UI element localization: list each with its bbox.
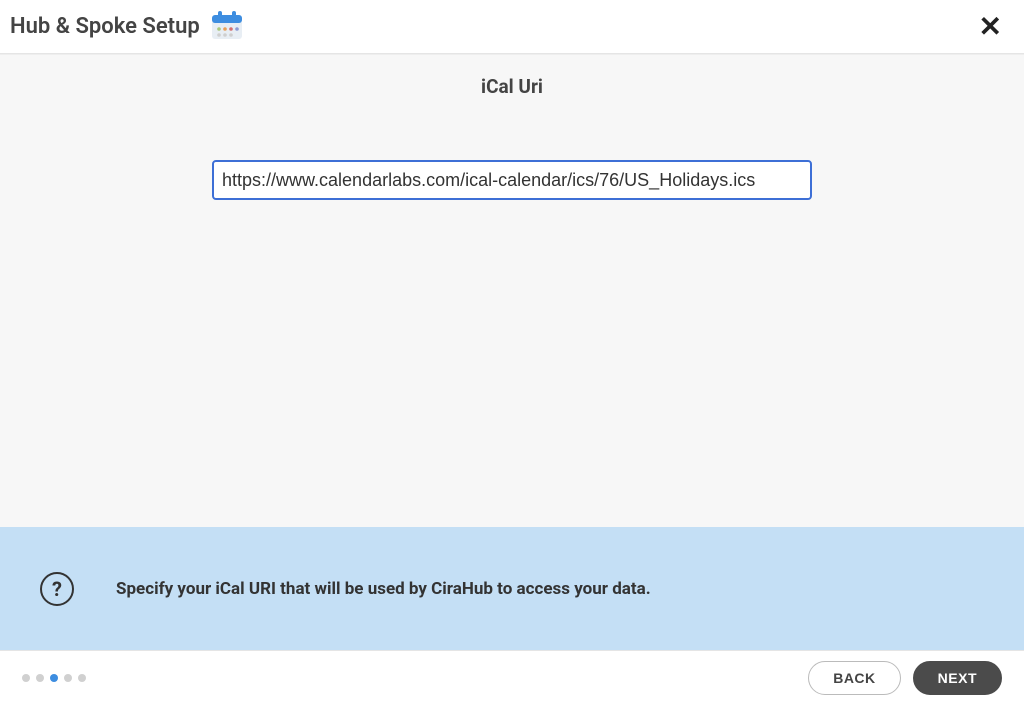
- wizard-body: iCal Uri: [0, 54, 1024, 527]
- help-text: Specify your iCal URI that will be used …: [116, 579, 651, 599]
- step-dot: [22, 674, 30, 682]
- ical-uri-input[interactable]: [212, 160, 812, 200]
- next-button[interactable]: NEXT: [913, 661, 1002, 695]
- uri-input-wrap: [212, 160, 812, 200]
- close-icon[interactable]: ✕: [973, 13, 1008, 41]
- page-title: Hub & Spoke Setup: [10, 14, 200, 39]
- section-title: iCal Uri: [0, 75, 1024, 98]
- header: Hub & Spoke Setup ✕: [0, 0, 1024, 54]
- calendar-icon: [210, 9, 244, 45]
- step-dot: [50, 674, 58, 682]
- step-dot: [36, 674, 44, 682]
- footer: BACK NEXT: [0, 650, 1024, 705]
- help-banner: ? Specify your iCal URI that will be use…: [0, 527, 1024, 650]
- step-dot: [64, 674, 72, 682]
- step-dot: [78, 674, 86, 682]
- step-indicator: [22, 674, 86, 682]
- back-button[interactable]: BACK: [808, 661, 900, 695]
- help-icon: ?: [40, 572, 74, 606]
